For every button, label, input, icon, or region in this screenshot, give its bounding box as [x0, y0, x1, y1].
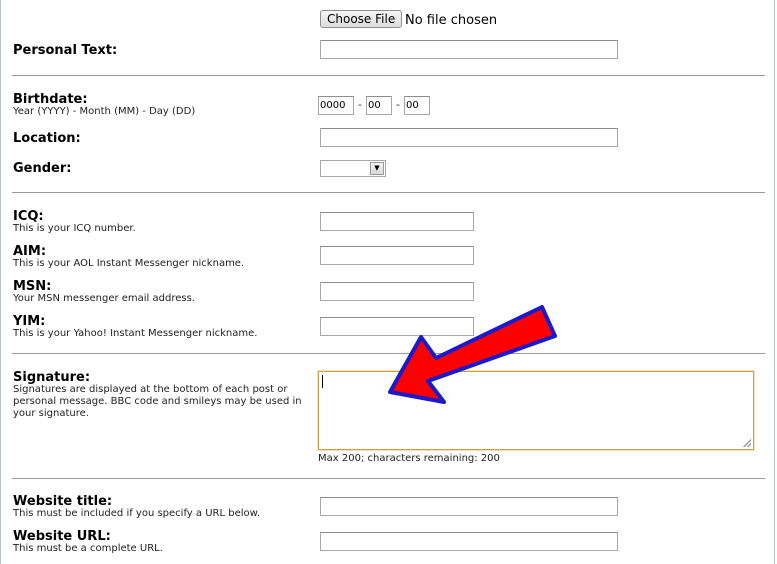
annotation-arrow-icon — [388, 305, 557, 404]
arrow-shape — [388, 305, 557, 404]
